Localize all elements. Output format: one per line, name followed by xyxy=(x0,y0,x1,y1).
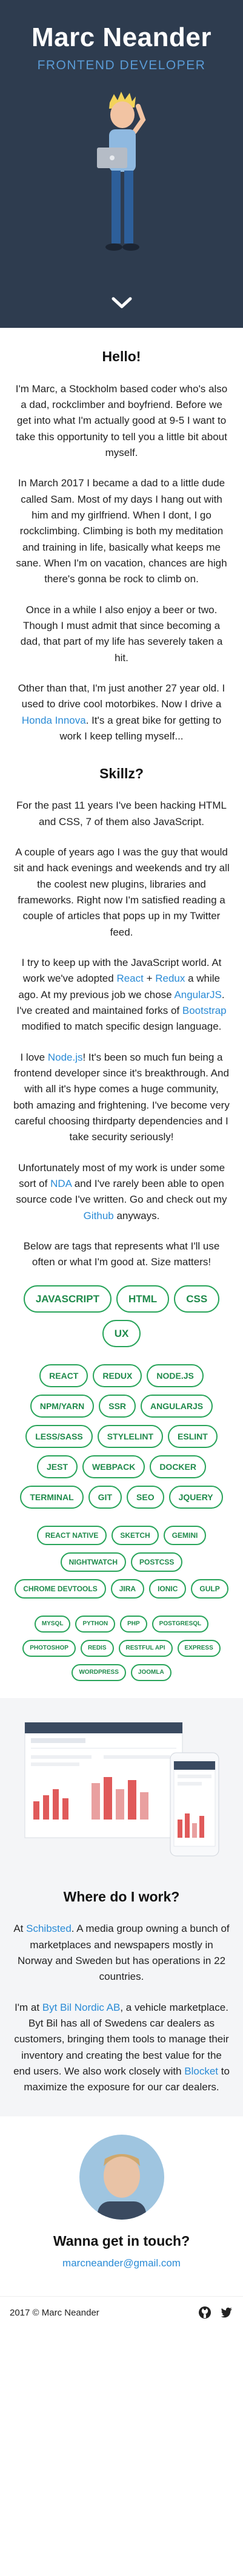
skill-tag: NPM/Yarn xyxy=(30,1394,95,1418)
skill-tag: JavaScript xyxy=(23,1285,112,1313)
text: ! It's been so much fun being a frontend… xyxy=(13,1051,230,1143)
tag-group-tertiary: React Native Sketch Gemini Nightwatch PostCS… xyxy=(13,1525,230,1599)
tag-group-secondary: React Redux Node.js NPM/Yarn SSR AngularJS Les… xyxy=(13,1364,230,1509)
text: I love xyxy=(20,1051,48,1063)
avatar xyxy=(79,2134,164,2220)
developer-illustration xyxy=(96,91,145,251)
skills-paragraph: For the past 11 years I've been hacking … xyxy=(16,800,227,828)
honda-link[interactable]: Honda Innova xyxy=(22,715,86,726)
skill-tag: Nightwatch xyxy=(60,1552,127,1572)
skills-section: Skillz? For the past 11 years I've been … xyxy=(0,763,243,1681)
blocket-link[interactable]: Blocket xyxy=(184,2065,218,2077)
skill-tag: RESTful API xyxy=(118,1639,173,1657)
contact-title: Wanna get in touch? xyxy=(53,2232,190,2249)
skill-tag: SEO xyxy=(127,1485,164,1509)
skills-title: Skillz? xyxy=(99,765,144,781)
skill-tag: PostCSS xyxy=(131,1552,183,1572)
skill-tag: SSR xyxy=(99,1394,136,1418)
footer: 2017 © Marc Neander xyxy=(0,2296,243,2329)
skill-tag: jQuery xyxy=(168,1485,223,1509)
tag-group-minor: MySQL Python PHP PostgreSQL Photoshop Redis RE… xyxy=(13,1615,230,1681)
bootstrap-link[interactable]: Bootstrap xyxy=(182,1005,227,1016)
skills-paragraph: Unfortunately most of my work is under s… xyxy=(13,1160,230,1224)
skill-tag: React Native xyxy=(36,1525,107,1545)
nda-link[interactable]: NDA xyxy=(50,1178,72,1189)
work-title: Where do I work? xyxy=(63,1888,180,1905)
text: At xyxy=(13,1923,27,1935)
skill-tag: Node.js xyxy=(147,1364,204,1387)
skill-tag: Webpack xyxy=(82,1455,145,1478)
skills-paragraph: I try to keep up with the JavaScript wor… xyxy=(13,955,230,1035)
text: + xyxy=(143,973,156,985)
skill-tag: Redis xyxy=(80,1639,114,1657)
skill-tag: Terminal xyxy=(20,1485,84,1509)
hello-paragraph: In March 2017 I became a dad to a little… xyxy=(16,477,227,585)
bytbil-link[interactable]: Byt Bil Nordic AB xyxy=(42,2002,121,2013)
skill-tag: Git xyxy=(88,1485,122,1509)
social-links xyxy=(198,2306,233,2319)
angularjs-link[interactable]: AngularJS xyxy=(174,989,221,1001)
hello-section: Hello! I'm Marc, a Stockholm based coder… xyxy=(0,346,243,745)
work-paragraph: I'm at Byt Bil Nordic AB, a vehicle mark… xyxy=(13,2000,230,2096)
devices-illustration xyxy=(24,1722,219,1857)
text: I'm at xyxy=(15,2001,42,2013)
skill-tag: CSS xyxy=(174,1285,220,1313)
skill-tag: Ionic xyxy=(149,1579,187,1599)
hello-paragraph: Once in a while I also enjoy a beer or t… xyxy=(20,603,223,664)
skill-tag: ESLint xyxy=(168,1424,218,1448)
skill-tag: Photoshop xyxy=(22,1639,76,1657)
skill-tag: Joomla xyxy=(130,1664,171,1681)
skill-tag: Stylelint xyxy=(97,1424,164,1448)
redux-link[interactable]: Redux xyxy=(155,973,185,984)
twitter-icon[interactable] xyxy=(220,2306,233,2319)
schibsted-link[interactable]: Schibsted xyxy=(26,1923,72,1934)
hero: Marc Neander FRONTEND DEVELOPER xyxy=(0,0,243,328)
skills-paragraph: I love Node.js! It's been so much fun be… xyxy=(13,1050,230,1146)
skill-tag: Python xyxy=(75,1615,116,1633)
skill-tag: Wordpress xyxy=(72,1664,126,1681)
hello-title: Hello! xyxy=(102,348,141,364)
github-icon[interactable] xyxy=(198,2306,211,2319)
hello-paragraph: I'm Marc, a Stockholm based coder who's … xyxy=(15,382,228,459)
skill-tag: MySQL xyxy=(34,1615,71,1633)
skill-tag: PHP xyxy=(120,1615,147,1633)
skill-tag: Jest xyxy=(37,1455,78,1478)
product-screenshots xyxy=(19,1716,225,1868)
skill-tag: React xyxy=(39,1364,88,1387)
skill-tag: Docker xyxy=(150,1455,206,1478)
tag-group-primary: JavaScript HTML CSS UX xyxy=(13,1285,230,1347)
skill-tag: Chrome DevTools xyxy=(15,1579,106,1599)
hello-paragraph: Other than that, I'm just another 27 yea… xyxy=(13,681,230,744)
skill-tag: UX xyxy=(102,1319,141,1347)
copyright: 2017 © Marc Neander xyxy=(10,2307,99,2318)
nodejs-link[interactable]: Node.js xyxy=(48,1052,83,1063)
skill-tag: Express xyxy=(177,1639,221,1657)
skill-tag: Gulp xyxy=(191,1579,228,1599)
skill-tag: Jira xyxy=(110,1579,145,1599)
text: modified to match specific design langua… xyxy=(21,1021,222,1033)
skill-tag: Sketch xyxy=(112,1525,159,1545)
hero-name: Marc Neander xyxy=(31,22,211,52)
text: Other than that, I'm just another 27 yea… xyxy=(18,682,225,710)
skill-tag: Less/Sass xyxy=(25,1424,93,1448)
text: anyways. xyxy=(113,1209,160,1222)
hero-role: FRONTEND DEVELOPER xyxy=(37,58,206,73)
work-paragraph: At Schibsted. A media group owning a bun… xyxy=(13,1921,230,1985)
skills-paragraph: A couple of years ago I was the guy that… xyxy=(13,846,230,938)
react-link[interactable]: React xyxy=(116,973,143,984)
email-link[interactable]: marcneander@gmail.com xyxy=(62,2257,181,2269)
work-section: Where do I work? At Schibsted. A media g… xyxy=(0,1698,243,2116)
contact-section: Wanna get in touch? marcneander@gmail.co… xyxy=(0,2116,243,2296)
skill-tag: AngularJS xyxy=(141,1394,213,1418)
skill-tag: Redux xyxy=(93,1364,142,1387)
skill-tag: HTML xyxy=(116,1285,170,1313)
skills-paragraph: Below are tags that represents what I'll… xyxy=(23,1240,220,1268)
skill-tag: PostgreSQL xyxy=(151,1615,209,1633)
github-link[interactable]: Github xyxy=(84,1210,114,1222)
chevron-down-icon[interactable] xyxy=(112,296,132,310)
skill-tag: Gemini xyxy=(163,1525,207,1545)
